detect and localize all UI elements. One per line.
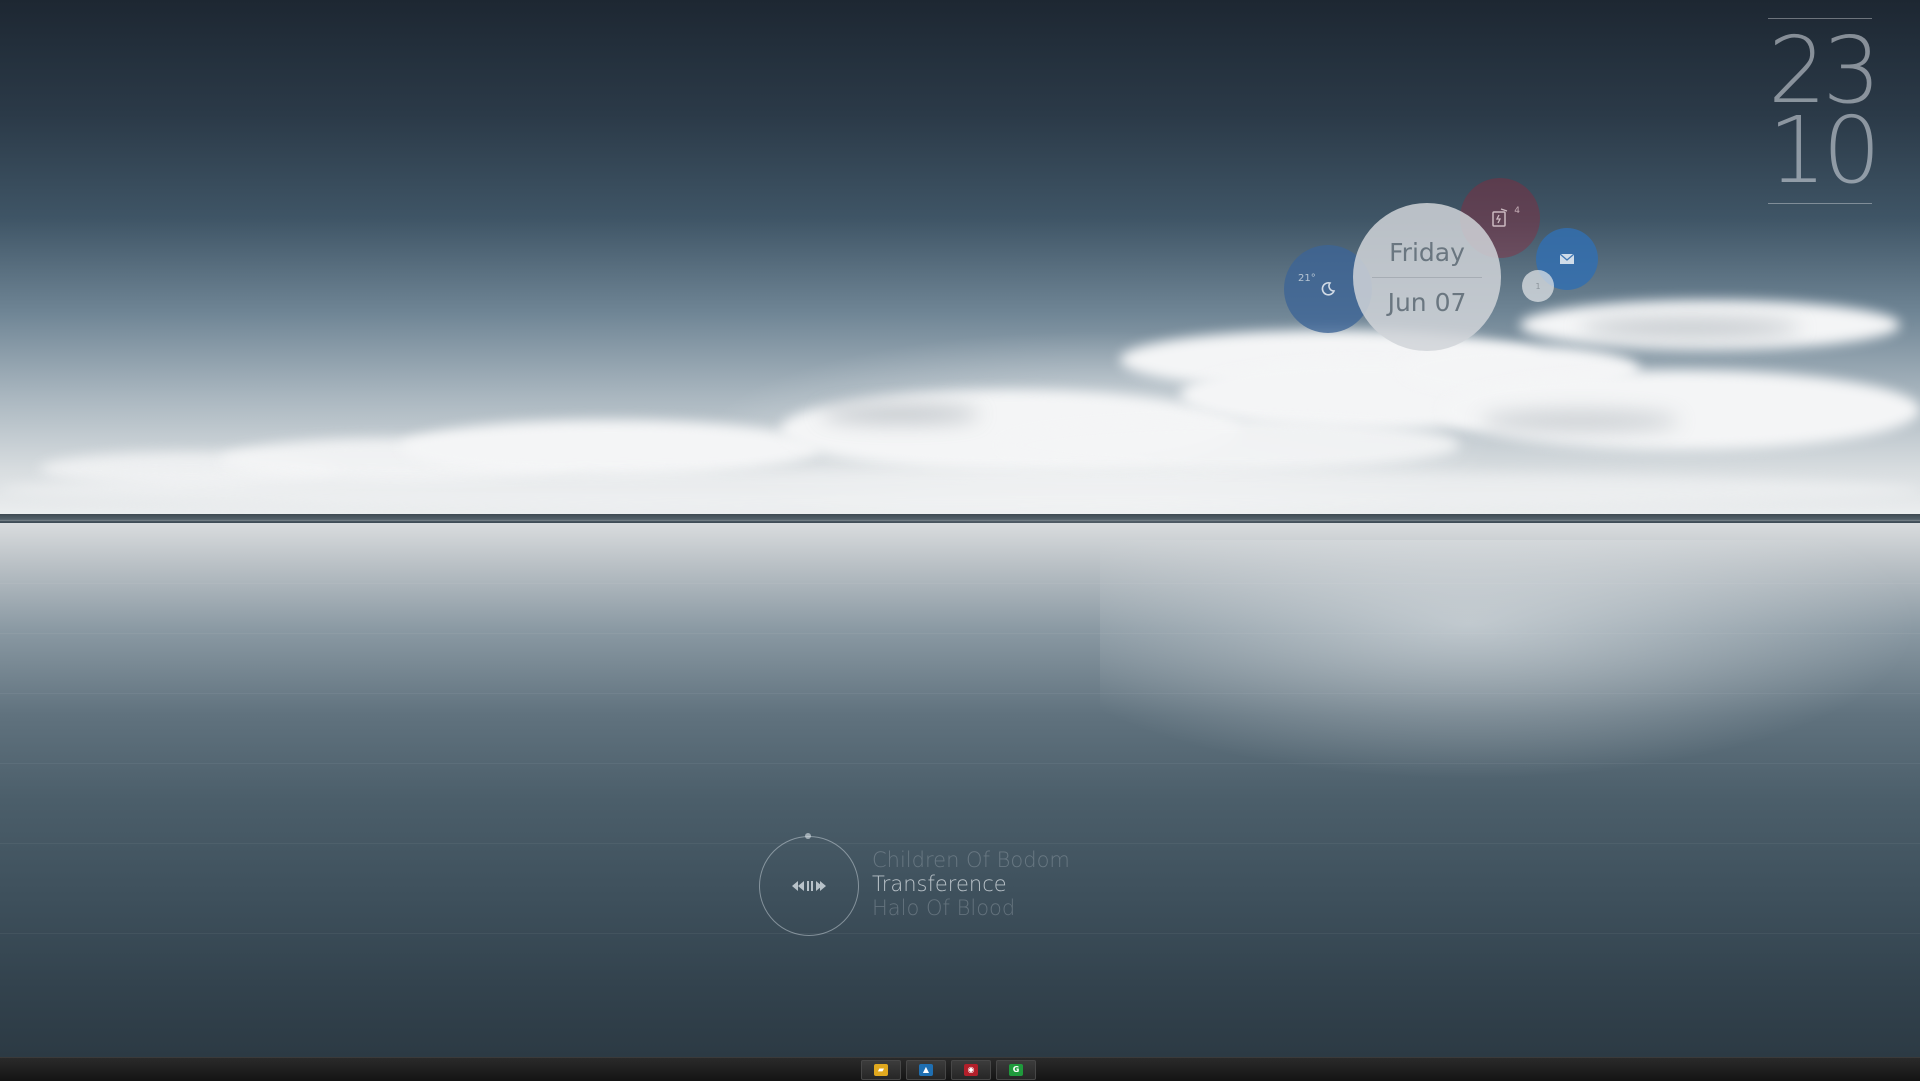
track-album: Halo Of Blood [872, 896, 1016, 920]
date-bubble[interactable]: Friday Jun 07 [1353, 203, 1501, 351]
track-title: Transference [872, 872, 1007, 896]
app-blue-icon: ▲ [919, 1064, 933, 1076]
date-label: Jun 07 [1387, 287, 1467, 317]
taskbar-app-red[interactable]: ◉ [951, 1060, 991, 1080]
track-artist: Children Of Bodom [872, 848, 1070, 872]
app-red-icon: ◉ [964, 1064, 978, 1076]
weather-temp: 21° [1298, 273, 1316, 284]
taskbar-app-file-explorer[interactable]: ▰ [861, 1060, 901, 1080]
mail-icon [1559, 253, 1575, 264]
notification-bubble[interactable]: 1 [1522, 270, 1554, 302]
clock-minutes: 10 [1768, 97, 1881, 204]
date-divider [1372, 276, 1482, 278]
flash-count: 4 [1514, 206, 1520, 216]
taskbar-app-blue[interactable]: ▲ [906, 1060, 946, 1080]
app-green-icon: G [1009, 1064, 1023, 1076]
flash-card-icon [1492, 208, 1508, 227]
progress-knob[interactable] [805, 833, 811, 839]
clock-widget: 23 10 [1768, 18, 1881, 204]
notification-count: 1 [1535, 281, 1541, 291]
horizon-shoreline [0, 514, 1920, 523]
now-playing-text: Children Of Bodom Transference Halo Of B… [872, 848, 1070, 920]
taskbar: ▰ ▲ ◉ G [0, 1057, 1920, 1081]
music-player-ring[interactable] [759, 833, 859, 936]
prev-pause-next-icon[interactable] [791, 880, 827, 892]
cloud-reflection [1100, 540, 1920, 780]
moon-icon [1321, 282, 1336, 296]
file-explorer-icon: ▰ [874, 1064, 888, 1076]
taskbar-app-green[interactable]: G [996, 1060, 1036, 1080]
day-label: Friday [1389, 237, 1465, 267]
